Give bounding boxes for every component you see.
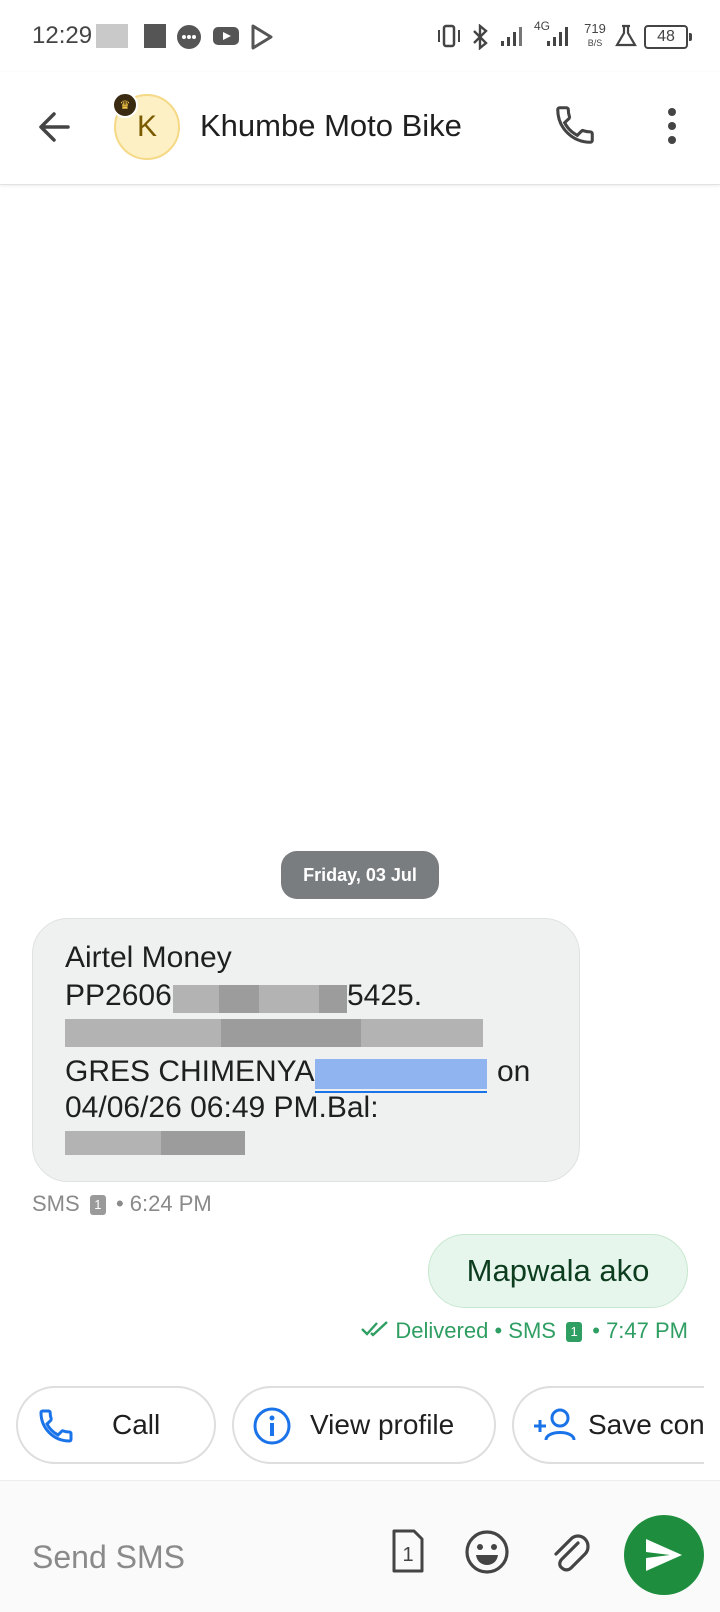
redacted-block: [319, 985, 347, 1013]
notification-redacted-icon: [96, 24, 128, 48]
lab-icon: [614, 24, 638, 53]
redacted-phone-link[interactable]: [315, 1059, 487, 1089]
network-speed-unit: B/S: [587, 38, 603, 48]
message-line-2: PP2606: [65, 979, 172, 1013]
sim-icon[interactable]: 1: [390, 1529, 424, 1578]
phone-icon[interactable]: [552, 102, 598, 153]
vibrate-icon: [436, 24, 462, 53]
redacted-block: [173, 985, 219, 1013]
attach-icon[interactable]: [548, 1529, 590, 1580]
sim-number: 1: [402, 1544, 413, 1566]
redacted-line: [361, 1019, 483, 1047]
more-vertical-icon[interactable]: [660, 104, 684, 153]
redacted-line: [221, 1019, 361, 1047]
meta-separator: •: [115, 1191, 124, 1216]
signal-icon: [500, 24, 524, 53]
message-type: SMS: [508, 1318, 556, 1343]
recipient-name: GRES CHIMENYA: [65, 1055, 315, 1088]
play-store-icon: [250, 24, 274, 55]
sim-icon: 1: [89, 1195, 106, 1215]
redacted-block: [259, 985, 319, 1013]
view-profile-button[interactable]: View profile: [232, 1386, 496, 1464]
transaction-id-prefix: PP2606: [65, 979, 172, 1012]
redacted-block: [219, 985, 259, 1013]
save-contact-button[interactable]: Save contact: [512, 1386, 704, 1464]
outgoing-message-meta: Delivered • SMS 1 • 7:47 PM: [361, 1318, 688, 1344]
contact-name[interactable]: Khumbe Moto Bike: [200, 108, 462, 144]
info-icon: [252, 1406, 292, 1453]
outgoing-message-bubble[interactable]: Mapwala ako: [428, 1234, 688, 1308]
incoming-message-bubble[interactable]: Airtel Money PP2606 5425. GRES CHIMENYA …: [32, 918, 580, 1182]
view-profile-label: View profile: [310, 1409, 455, 1440]
add-person-icon: [532, 1406, 578, 1453]
message-type: SMS: [32, 1191, 80, 1216]
redacted-balance: [161, 1131, 245, 1155]
message-datetime-line: 04/06/26 06:49 PM.Bal:: [65, 1091, 379, 1124]
send-icon: [644, 1537, 684, 1578]
emoji-icon[interactable]: [464, 1529, 510, 1580]
call-button-label: Call: [112, 1409, 161, 1440]
message-line-1: Airtel Money: [65, 941, 232, 974]
message-composer: Send SMS 1: [0, 1480, 720, 1612]
chat-bubble-icon: [176, 24, 202, 55]
battery-icon: 48: [644, 25, 692, 49]
arrow-left-icon[interactable]: [34, 106, 76, 153]
bluetooth-icon: [470, 23, 490, 55]
incoming-message-meta: SMS 1 • 6:24 PM: [32, 1191, 212, 1217]
youtube-icon: [212, 24, 240, 53]
phone-icon: [36, 1406, 76, 1453]
status-bar: 12:29 4G 719 B/S 48: [0, 0, 720, 72]
network-speed-value: 719: [584, 21, 606, 36]
message-time: 7:47 PM: [606, 1318, 688, 1343]
message-time: 6:24 PM: [129, 1191, 212, 1216]
delivery-status: Delivered: [395, 1318, 489, 1343]
message-on-word: on: [497, 1055, 531, 1088]
meta-separator: •: [494, 1318, 503, 1343]
status-time: 12:29: [32, 22, 93, 49]
network-speed: 719 B/S: [580, 22, 610, 50]
meta-separator: •: [592, 1318, 600, 1343]
redacted-line: [65, 1019, 221, 1047]
sim-icon: 1: [566, 1322, 583, 1342]
conversation-header: K ♛ Khumbe Moto Bike: [0, 72, 720, 185]
save-contact-label: Save contact: [588, 1409, 704, 1440]
crown-badge-icon: ♛: [112, 92, 138, 118]
transaction-id-suffix: 5425.: [347, 979, 423, 1012]
date-separator: Friday, 03 Jul: [281, 851, 439, 899]
message-input[interactable]: Send SMS: [32, 1539, 185, 1576]
double-check-icon: [361, 1318, 395, 1343]
redacted-balance: [65, 1131, 161, 1155]
notification-app-icon: [144, 24, 166, 48]
call-button[interactable]: Call: [16, 1386, 216, 1464]
signal-4g-bars-icon: [546, 24, 570, 53]
send-button[interactable]: [624, 1515, 704, 1595]
